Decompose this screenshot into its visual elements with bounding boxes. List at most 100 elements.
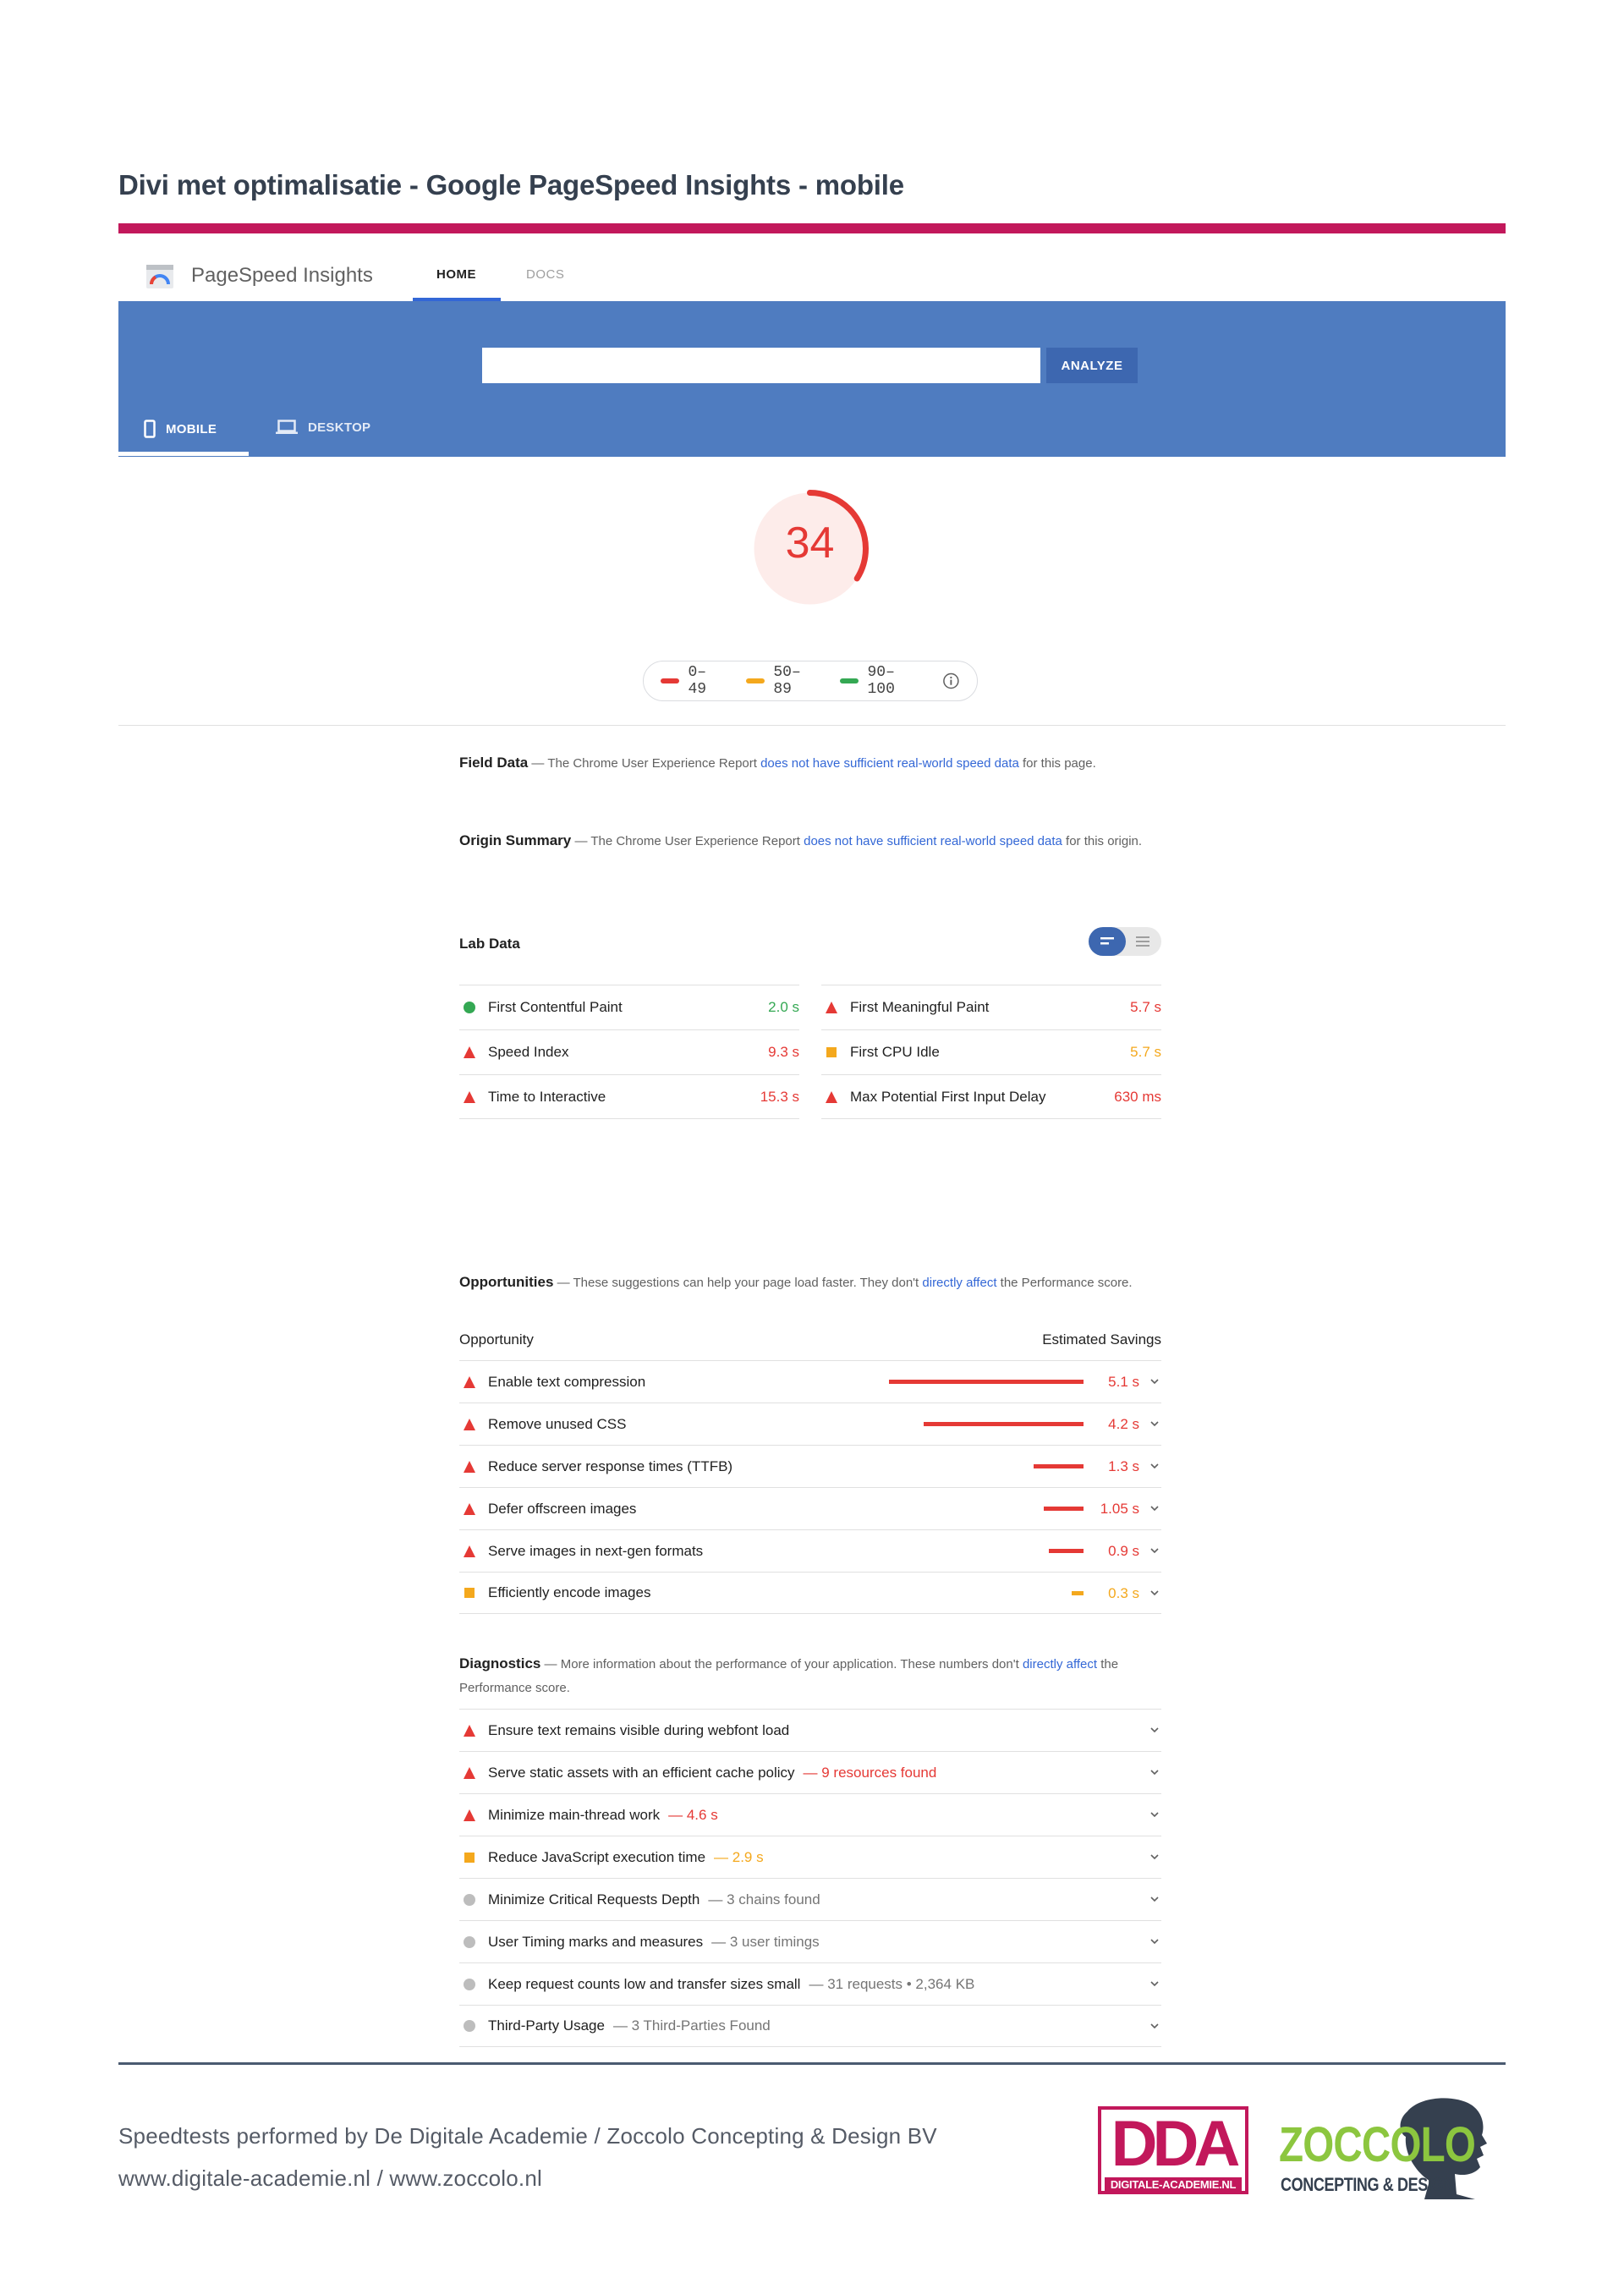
psi-header: PageSpeed Insights HOME DOCS — [118, 254, 1506, 301]
diagnostic-name: Ensure text remains visible during webfo… — [488, 1721, 790, 1738]
chevron-down-icon[interactable] — [1148, 1501, 1161, 1515]
pagespeed-logo-icon — [146, 265, 173, 288]
diagnostic-row[interactable]: Minimize main-thread work — 4.6 s — [459, 1793, 1161, 1836]
tab-mobile[interactable]: MOBILE — [144, 420, 217, 438]
diagnostic-detail: — 4.6 s — [668, 1806, 718, 1823]
origin-summary-section: Origin Summary — The Chrome User Experie… — [459, 829, 1161, 854]
lab-metric-row: Max Potential First Input Delay 630 ms — [821, 1074, 1161, 1119]
opportunities-link[interactable]: directly affect — [922, 1276, 996, 1290]
chevron-down-icon[interactable] — [1148, 1935, 1161, 1948]
origin-summary-link[interactable]: does not have sufficient real-world spee… — [804, 834, 1062, 848]
opportunity-row[interactable]: Efficiently encode images 0.3 s — [459, 1572, 1161, 1614]
legend-average-label: 50–89 — [773, 664, 801, 698]
tab-home[interactable]: HOME — [436, 267, 476, 282]
view-toggle-compact[interactable] — [1089, 927, 1126, 956]
lab-metrics-right: First Meaningful Paint 5.7 s First CPU Idl… — [821, 985, 1161, 1119]
document-title: Divi met optimalisatie - Google PageSpee… — [118, 169, 904, 200]
section-divider — [118, 725, 1506, 726]
diagnostic-detail: — 3 user timings — [711, 1933, 820, 1950]
opportunities-section: Opportunities — These suggestions can he… — [459, 1271, 1161, 1295]
field-data-link[interactable]: does not have sufficient real-world spee… — [760, 756, 1019, 771]
lab-metric-name: Time to Interactive — [488, 1088, 606, 1105]
diagnostics-prefix: — More information about the performance… — [544, 1657, 1023, 1671]
zoccolo-logo-name: ZOCCOLO — [1279, 2117, 1476, 2172]
savings-bar — [1034, 1464, 1084, 1468]
url-input[interactable] — [482, 348, 1040, 383]
opportunity-column-header: Opportunity — [459, 1331, 534, 1348]
chevron-down-icon[interactable] — [1148, 1850, 1161, 1864]
zoccolo-logo: ZOCCOLO CONCEPTING & DESIGN — [1279, 2094, 1499, 2204]
diagnostic-row[interactable]: Serve static assets with an efficient ca… — [459, 1751, 1161, 1793]
diagnostic-row[interactable]: Ensure text remains visible during webfo… — [459, 1709, 1161, 1751]
fail-triangle-icon — [464, 1724, 475, 1737]
chevron-down-icon[interactable] — [1148, 1417, 1161, 1430]
tab-desktop[interactable]: DESKTOP — [276, 420, 370, 435]
lab-metric-name: First Meaningful Paint — [850, 999, 990, 1015]
url-band: ANALYZE MOBILE DESKTOP — [118, 301, 1506, 457]
fail-triangle-icon — [464, 1460, 475, 1473]
pass-circle-icon — [464, 1002, 475, 1013]
opportunities-table-header: Opportunity Estimated Savings — [459, 1331, 1161, 1348]
chevron-down-icon[interactable] — [1148, 1544, 1161, 1557]
lab-data-title: Lab Data — [459, 936, 520, 952]
diagnostic-row[interactable]: Keep request counts low and transfer siz… — [459, 1962, 1161, 2005]
diagnostic-name: Third-Party Usage — [488, 2017, 605, 2034]
opportunity-row[interactable]: Serve images in next-gen formats 0.9 s — [459, 1529, 1161, 1572]
diagnostic-name: Minimize main-thread work — [488, 1806, 661, 1823]
savings-bar — [1043, 1507, 1084, 1511]
diagnostics-list: Ensure text remains visible during webfo… — [459, 1709, 1161, 2047]
lab-metric-value: 15.3 s — [760, 1088, 799, 1105]
view-toggle[interactable] — [1089, 927, 1161, 956]
origin-summary-suffix: for this origin. — [1062, 834, 1143, 848]
diagnostic-row[interactable]: Reduce JavaScript execution time — 2.9 s — [459, 1836, 1161, 1878]
fail-triangle-icon — [464, 1809, 475, 1821]
footer-urls: www.digitale-academie.nl / www.zoccolo.n… — [118, 2165, 542, 2191]
diagnostic-detail: — 3 chains found — [708, 1891, 820, 1907]
diagnostics-link[interactable]: directly affect — [1023, 1657, 1097, 1671]
lab-metric-row: Time to Interactive 15.3 s — [459, 1074, 799, 1119]
diagnostic-name: Reduce JavaScript execution time — [488, 1848, 706, 1865]
chevron-down-icon[interactable] — [1148, 1459, 1161, 1473]
legend-pass-label: 90–100 — [867, 664, 895, 698]
chevron-down-icon[interactable] — [1148, 2019, 1161, 2033]
lab-metric-row: First CPU Idle 5.7 s — [821, 1029, 1161, 1074]
chevron-down-icon[interactable] — [1148, 1723, 1161, 1737]
average-square-icon — [464, 1852, 475, 1863]
field-data-title: Field Data — [459, 755, 529, 771]
info-circle-icon — [464, 2020, 475, 2032]
opportunity-row[interactable]: Enable text compression 5.1 s — [459, 1360, 1161, 1402]
chevron-down-icon[interactable] — [1148, 1892, 1161, 1906]
chevron-down-icon[interactable] — [1148, 1375, 1161, 1388]
origin-summary-title: Origin Summary — [459, 832, 572, 848]
lab-metric-value: 9.3 s — [768, 1044, 799, 1060]
diagnostic-row[interactable]: Third-Party Usage — 3 Third-Parties Found — [459, 2005, 1161, 2047]
legend-pass-swatch — [839, 678, 859, 683]
opportunity-row[interactable]: Remove unused CSS 4.2 s — [459, 1402, 1161, 1445]
chevron-down-icon[interactable] — [1148, 1977, 1161, 1990]
savings-value: 1.3 s — [1108, 1458, 1139, 1474]
footer-divider — [118, 2062, 1506, 2065]
chevron-down-icon[interactable] — [1148, 1765, 1161, 1779]
fail-triangle-icon — [464, 1418, 475, 1430]
diagnostic-detail: — 2.9 s — [714, 1848, 764, 1865]
opportunity-row[interactable]: Reduce server response times (TTFB) 1.3 s — [459, 1445, 1161, 1487]
expanded-view-icon[interactable] — [1126, 927, 1161, 956]
score-legend: 0–49 50–89 90–100 — [643, 661, 978, 701]
lab-metric-row: Speed Index 9.3 s — [459, 1029, 799, 1074]
analyze-button[interactable]: ANALYZE — [1046, 348, 1138, 383]
legend-item-average: 50–89 — [745, 664, 816, 698]
laptop-icon — [276, 420, 298, 434]
tab-docs[interactable]: DOCS — [526, 267, 564, 282]
average-square-icon — [464, 1588, 475, 1598]
chevron-down-icon[interactable] — [1148, 1586, 1161, 1600]
tab-mobile-label: MOBILE — [166, 421, 217, 436]
savings-bar — [889, 1380, 1084, 1384]
opportunity-row[interactable]: Defer offscreen images 1.05 s — [459, 1487, 1161, 1529]
info-icon[interactable] — [942, 672, 960, 690]
diagnostic-row[interactable]: Minimize Critical Requests Depth — 3 chai… — [459, 1878, 1161, 1920]
accent-bar — [118, 223, 1506, 233]
chevron-down-icon[interactable] — [1148, 1808, 1161, 1821]
diagnostic-row[interactable]: User Timing marks and measures — 3 user t… — [459, 1920, 1161, 1962]
legend-fail-swatch — [661, 678, 680, 683]
fail-triangle-icon — [464, 1046, 475, 1058]
